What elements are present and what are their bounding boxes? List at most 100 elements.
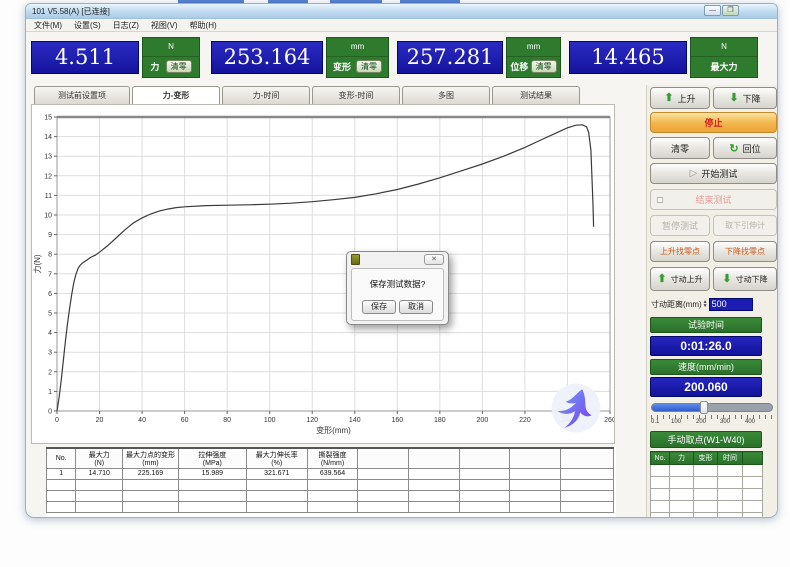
- svg-text:0: 0: [55, 417, 59, 424]
- svg-text:60: 60: [181, 417, 189, 424]
- manual-points-header: 手动取点(W1-W40): [650, 431, 762, 448]
- maxforce-unit-panel: N 最大力: [690, 37, 758, 78]
- svg-text:9: 9: [48, 232, 52, 239]
- svg-text:2: 2: [48, 369, 52, 376]
- save-dialog-titlebar[interactable]: ✕: [347, 252, 448, 267]
- jog-down-button[interactable]: ⬇ 寸动下降: [713, 267, 777, 291]
- maxforce-unit: N: [691, 38, 757, 57]
- maxforce-label: 最大力: [710, 60, 737, 73]
- svg-text:11: 11: [45, 193, 52, 200]
- tab-bar: 测试前设置项 力-变形 力-时间 变形-时间 多图 测试结果: [34, 86, 582, 105]
- jog-up-button[interactable]: ⬆ 寸动上升: [650, 267, 710, 291]
- force-clear-button[interactable]: 清零: [166, 60, 192, 73]
- speed-value: 200.060: [650, 377, 762, 397]
- desktop: 101 V5.58(A) [已连接] — ❐ 文件(M) 设置(S) 日志(Z)…: [0, 0, 790, 567]
- results-col-header: [561, 448, 614, 468]
- results-col-header: [459, 448, 510, 468]
- jog-up-label: 寸动上升: [671, 274, 703, 285]
- force-label: 力: [150, 60, 159, 73]
- play-icon: ▷: [690, 168, 698, 179]
- svg-text:力(N): 力(N): [32, 254, 42, 273]
- svg-text:260: 260: [604, 417, 614, 424]
- svg-text:100: 100: [264, 417, 276, 424]
- title-bar[interactable]: 101 V5.58(A) [已连接] — ❐: [26, 4, 777, 19]
- deform-unit-panel: mm 变形 清零: [326, 37, 389, 78]
- dialog-cancel-button[interactable]: 取消: [399, 300, 433, 314]
- jog-down-label: 寸动下降: [736, 274, 768, 285]
- slider-tick-label: 200: [696, 419, 706, 425]
- position-unit-panel: mm 位移 清零: [506, 37, 561, 78]
- up-arrow-icon: ⬆: [664, 93, 673, 103]
- maxforce-display: 14.465: [569, 41, 687, 74]
- thunder-bird-logo[interactable]: [550, 382, 602, 434]
- tab-pretest-settings[interactable]: 测试前设置项: [34, 86, 130, 105]
- dialog-save-button[interactable]: 保存: [362, 300, 396, 314]
- svg-text:变形(mm): 变形(mm): [316, 425, 351, 435]
- svg-text:6: 6: [48, 291, 52, 298]
- maximize-button[interactable]: ❐: [722, 5, 739, 16]
- svg-text:200: 200: [477, 417, 489, 424]
- svg-text:80: 80: [223, 417, 231, 424]
- deform-label: 变形: [333, 60, 351, 73]
- start-label: 开始测试: [701, 167, 737, 180]
- remove-extensometer-button[interactable]: 取下引伸计: [713, 215, 777, 236]
- down-find-zero-button[interactable]: 下降找零点: [713, 241, 777, 262]
- position-display: 257.281: [397, 41, 503, 74]
- tab-multichart[interactable]: 多图: [402, 86, 490, 105]
- down-arrow-icon: ⬇: [729, 93, 738, 103]
- manual-empty-row: [651, 513, 763, 519]
- results-col-header: [358, 448, 409, 468]
- svg-text:15: 15: [44, 115, 52, 122]
- zero-button[interactable]: 清零: [650, 137, 710, 159]
- manual-points-table: No.力变形时间: [650, 451, 763, 518]
- svg-text:220: 220: [519, 417, 531, 424]
- results-col-header: 最大力伸长率(%): [246, 448, 307, 468]
- deform-clear-button[interactable]: 清零: [356, 60, 382, 73]
- pause-test-button[interactable]: 暂停测试: [650, 215, 710, 236]
- speed-slider-handle[interactable]: [700, 401, 708, 414]
- svg-text:180: 180: [434, 417, 446, 424]
- svg-text:120: 120: [306, 417, 318, 424]
- menu-view[interactable]: 视图(V): [151, 20, 178, 31]
- down-button[interactable]: ⬇ 下降: [713, 87, 777, 109]
- speed-header: 速度(mm/min): [650, 359, 762, 375]
- test-time-value: 0:01:26.0: [650, 336, 762, 356]
- menu-settings[interactable]: 设置(S): [74, 20, 101, 31]
- control-panel: ⬆ 上升 ⬇ 下降 停止 清零 ↻ 回位 ▷ 开始测试 结束测试 暂停测试 取下: [646, 85, 778, 518]
- deform-display: 253.164: [211, 41, 323, 74]
- stop-button[interactable]: 停止: [650, 112, 777, 133]
- manual-empty-row: [651, 501, 763, 513]
- svg-text:160: 160: [391, 417, 403, 424]
- end-test-button[interactable]: 结束测试: [650, 189, 777, 210]
- menu-log[interactable]: 日志(Z): [113, 20, 139, 31]
- return-button[interactable]: ↻ 回位: [713, 137, 777, 159]
- manual-empty-row: [651, 465, 763, 477]
- tab-deform-time[interactable]: 变形-时间: [312, 86, 400, 105]
- up-find-zero-button[interactable]: 上升找零点: [650, 241, 710, 262]
- chart-panel: 0204060801001201401601802002202402600123…: [31, 104, 615, 444]
- dialog-close-button[interactable]: ✕: [424, 254, 444, 265]
- tab-force-time[interactable]: 力-时间: [222, 86, 310, 105]
- results-empty-row: [47, 501, 614, 512]
- svg-text:4: 4: [48, 330, 52, 337]
- speed-slider-labels: 0.1100200300400: [651, 419, 773, 427]
- svg-text:0: 0: [48, 409, 52, 416]
- minimize-button[interactable]: —: [704, 5, 721, 16]
- start-test-button[interactable]: ▷ 开始测试: [650, 163, 777, 184]
- svg-text:8: 8: [48, 252, 52, 259]
- jog-distance-spinner[interactable]: ▲▼: [703, 300, 708, 308]
- tab-results[interactable]: 测试结果: [492, 86, 580, 105]
- menu-help[interactable]: 帮助(H): [190, 20, 217, 31]
- tab-force-deform[interactable]: 力-变形: [132, 86, 220, 105]
- down-label: 下降: [743, 92, 761, 105]
- speed-slider[interactable]: [651, 403, 773, 412]
- menu-file[interactable]: 文件(M): [34, 20, 62, 31]
- jog-distance-input[interactable]: [709, 298, 753, 311]
- jog-distance-label: 寸动距离(mm): [651, 299, 702, 310]
- force-unit-panel: N 力 清零: [142, 37, 200, 78]
- speed-slider-fill: [652, 404, 702, 411]
- app-window: 101 V5.58(A) [已连接] — ❐ 文件(M) 设置(S) 日志(Z)…: [25, 3, 778, 518]
- position-clear-button[interactable]: 清零: [531, 60, 557, 73]
- results-col-header: 拉伸强度(MPa): [178, 448, 246, 468]
- up-button[interactable]: ⬆ 上升: [650, 87, 710, 109]
